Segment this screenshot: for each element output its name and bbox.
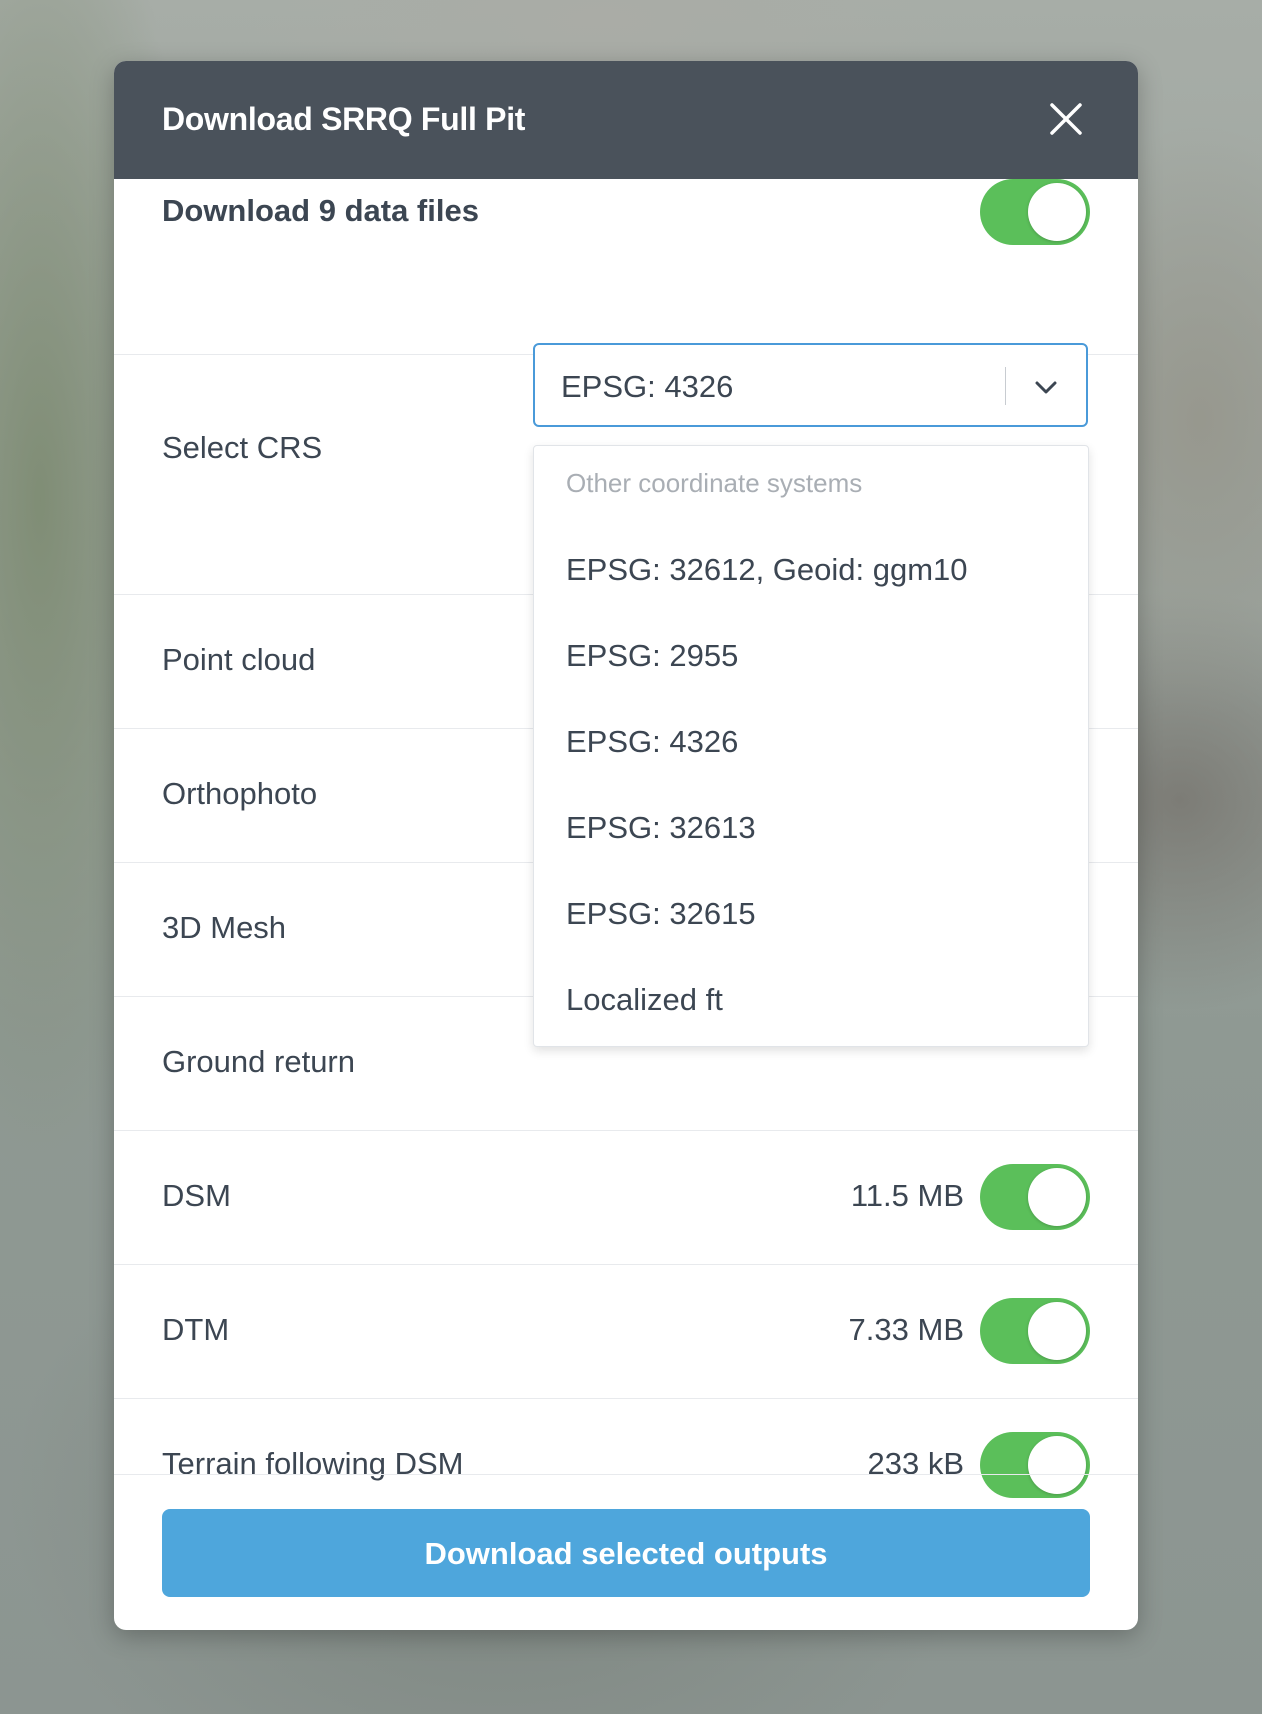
output-row-dsm: DSM 11.5 MB <box>114 1130 1138 1265</box>
modal-header: Download SRRQ Full Pit <box>114 61 1138 179</box>
dropdown-option[interactable]: EPSG: 4326 <box>566 724 738 760</box>
output-toggle-dsm[interactable] <box>980 1164 1090 1230</box>
crs-label: Select CRS <box>162 430 323 465</box>
output-label: Orthophoto <box>162 776 318 811</box>
crs-selected-value: EPSG: 4326 <box>561 369 734 404</box>
dropdown-option[interactable]: EPSG: 32613 <box>566 810 756 846</box>
dropdown-option[interactable]: EPSG: 32615 <box>566 896 756 932</box>
download-modal: Download SRRQ Full Pit Download 9 data f… <box>114 61 1138 1630</box>
dropdown-option[interactable]: EPSG: 2955 <box>566 638 738 674</box>
download-selected-outputs-button[interactable]: Download selected outputs <box>162 1509 1090 1597</box>
toggle-knob <box>1028 1168 1086 1226</box>
toggle-knob <box>1028 1436 1086 1494</box>
output-size: 7.33 MB <box>848 1312 964 1347</box>
output-label: Terrain following DSM <box>162 1446 464 1481</box>
output-size: 233 kB <box>867 1446 964 1481</box>
dropdown-group-label: Other coordinate systems <box>566 468 863 498</box>
output-toggle-dtm[interactable] <box>980 1298 1090 1364</box>
crs-select[interactable]: EPSG: 4326 <box>533 343 1088 427</box>
close-button[interactable] <box>1048 101 1084 137</box>
output-label: Point cloud <box>162 642 316 677</box>
dropdown-option[interactable]: Localized ft <box>566 982 723 1018</box>
close-icon <box>1050 103 1082 135</box>
crs-dropdown-menu: Other coordinate systems EPSG: 32612, Ge… <box>533 445 1089 1047</box>
download-all-row: Download 9 data files <box>114 179 1138 355</box>
output-toggle-terrain-following-dsm[interactable] <box>980 1432 1090 1498</box>
toggle-knob <box>1028 1302 1086 1360</box>
output-row-dtm: DTM 7.33 MB <box>114 1264 1138 1399</box>
download-all-label: Download 9 data files <box>162 193 479 228</box>
footer-divider <box>114 1474 1138 1475</box>
dropdown-option[interactable]: EPSG: 32612, Geoid: ggm10 <box>566 552 968 588</box>
output-label: DSM <box>162 1178 231 1213</box>
output-label: 3D Mesh <box>162 910 287 945</box>
toggle-knob <box>1028 183 1086 241</box>
select-separator <box>1005 367 1006 405</box>
output-label: DTM <box>162 1312 230 1347</box>
output-label: Ground return <box>162 1044 355 1079</box>
chevron-down-icon[interactable] <box>1032 373 1060 401</box>
modal-title: Download SRRQ Full Pit <box>162 101 526 137</box>
download-all-toggle[interactable] <box>980 179 1090 245</box>
output-size: 11.5 MB <box>850 1178 964 1213</box>
